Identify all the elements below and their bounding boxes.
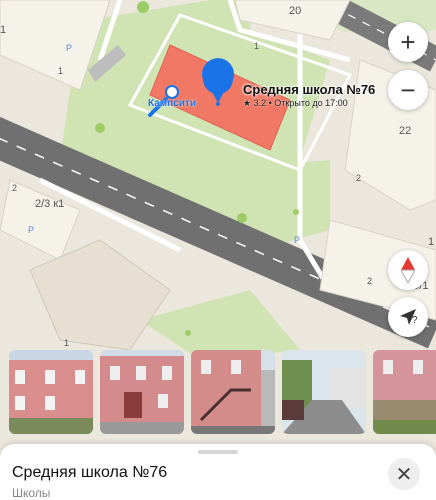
my-location-button[interactable]: ? <box>388 297 428 337</box>
parking-icon: P <box>294 235 301 245</box>
entrance-label[interactable]: Кампсити <box>148 98 196 109</box>
zoom-in-button[interactable]: + <box>388 22 428 62</box>
place-category: Школы <box>12 486 51 500</box>
star-icon: ★ <box>243 98 252 108</box>
photo-image <box>191 350 275 434</box>
photo-gallery[interactable] <box>0 350 436 436</box>
tree <box>185 330 191 336</box>
house-number: 2/3 к1 <box>35 198 65 210</box>
tree <box>95 123 105 133</box>
house-number: 20 <box>289 5 302 17</box>
photo-thumbnail[interactable] <box>100 350 184 434</box>
house-number: 1 <box>0 24 7 36</box>
poi-rating: 3.2 <box>253 98 267 108</box>
poi-subtitle: ★ 3.2 • Открыто до 17:00 <box>243 98 348 109</box>
house-number: 2 <box>356 173 362 183</box>
entrance-marker <box>165 85 179 99</box>
drag-handle[interactable] <box>198 450 238 454</box>
house-number: 1 <box>254 41 260 51</box>
zoom-out-button[interactable]: − <box>388 70 428 110</box>
photo-thumbnail[interactable] <box>282 350 366 434</box>
house-number: 1 <box>58 66 64 76</box>
photo-image <box>282 350 366 434</box>
close-button[interactable]: ✕ <box>388 458 420 490</box>
place-card[interactable]: Средняя школа №76 Школы <box>0 444 436 500</box>
separator: • <box>268 98 272 108</box>
photo-thumbnail[interactable] <box>373 350 436 434</box>
compass-button[interactable] <box>388 250 428 290</box>
parking-icon: P <box>28 225 35 235</box>
house-number: 2 <box>367 276 373 286</box>
tree <box>293 209 299 215</box>
house-number: 22 <box>399 125 412 137</box>
compass-icon <box>401 257 415 283</box>
photo-thumbnail[interactable] <box>9 350 93 434</box>
tree <box>137 1 149 13</box>
house-number: 1 <box>64 338 70 348</box>
photo-image <box>100 350 184 434</box>
house-number: 1 <box>428 236 435 248</box>
house-number: 2 <box>12 183 18 193</box>
photo-image <box>373 350 436 434</box>
parking-icon: P <box>66 43 73 53</box>
photo-image <box>9 350 93 434</box>
tree <box>237 213 247 223</box>
place-title: Средняя школа №76 <box>12 464 168 481</box>
location-label: ? <box>412 315 418 326</box>
poi-status: Открыто до 17:00 <box>274 98 348 108</box>
poi-title[interactable]: Средняя школа №76 <box>243 82 375 97</box>
photo-thumbnail[interactable] <box>191 350 275 434</box>
